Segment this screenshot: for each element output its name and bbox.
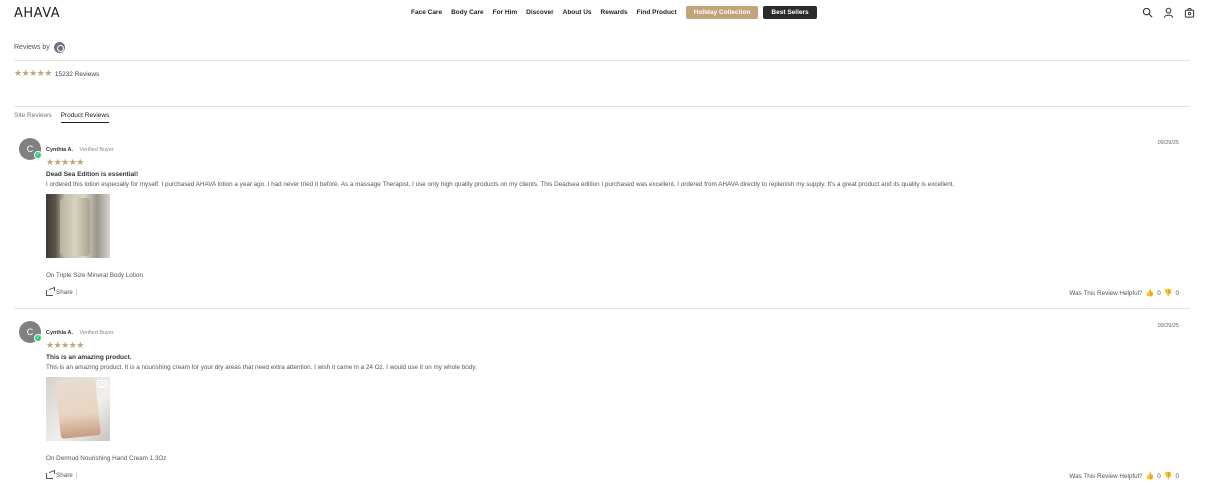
ahava-logo[interactable]: AHAVA [14,6,60,21]
reviewer-line: Cynthia A. Verified Buyer [46,321,1184,339]
review-image-thumbnail[interactable] [46,194,110,258]
thumbs-up-icon[interactable]: 👍 [1146,472,1155,480]
rating-summary: ★★★★★ 15232 Reviews [14,70,99,79]
thumbs-down-icon[interactable]: 👎 [1164,289,1173,297]
thumbs-up-count: 0 [1157,289,1161,297]
tab-site-reviews[interactable]: Site Reviews [14,112,52,123]
nav-body-care[interactable]: Body Care [451,9,484,16]
review-product-link[interactable]: On Dermud Nourishing Hand Cream 1.3Oz [46,455,1184,462]
nav-rewards[interactable]: Rewards [601,9,628,16]
camera-icon [97,380,107,388]
nav-holiday-collection[interactable]: Holiday Collection [685,6,759,19]
nav-find-product[interactable]: Find Product [637,9,677,16]
header-icons [1142,7,1195,18]
thumbs-down-count: 0 [1175,289,1179,297]
helpful-votes: Was This Review Helpful? 👍 0 👎 0 [1069,289,1179,297]
lotion-bottle-image [60,198,90,256]
verified-buyer-label: Verified Buyer [79,147,114,153]
thumbs-up-icon[interactable]: 👍 [1146,289,1155,297]
review-stars-icon: ★★★★★ [46,341,84,351]
cart-icon[interactable] [1184,7,1195,18]
review-image-thumbnail[interactable] [46,377,110,441]
review-text: I ordered this lotion especially for mys… [46,181,955,188]
helpful-label: Was This Review Helpful? [1069,472,1143,480]
divider [14,308,1190,309]
reviewer-name: Cynthia A. [46,147,73,153]
review-product-link[interactable]: On Triple Size Mineral Body Lotion [46,272,1184,279]
review-date: 09/29/25 [1157,323,1179,329]
summary-stars-icon: ★★★★★ [14,69,52,79]
nav-about-us[interactable]: About Us [563,9,592,16]
site-header: AHAVA Face Care Body Care For Him Discov… [0,0,1209,26]
thumbs-up-count: 0 [1157,472,1161,480]
user-icon[interactable] [1163,7,1174,18]
share-icon [46,289,53,296]
separator: | [75,472,78,479]
reviews-by-label: Reviews by [14,42,65,53]
thumbs-down-icon[interactable]: 👎 [1164,472,1173,480]
review-body: Cynthia A. Verified Buyer 09/29/25 ★★★★★… [46,138,1184,299]
hand-cream-tube-image [55,377,101,439]
review-title: This is an amazing product. [46,354,132,361]
review-title: Dead Sea Edition is essential! [46,171,139,178]
review-text: This is an amazing product. It is a nour… [46,364,477,371]
review-footer: Share | Was This Review Helpful? 👍 0 👎 0 [46,289,1184,299]
review-date: 09/29/25 [1157,140,1179,146]
verified-check-icon: ✓ [34,151,42,159]
review-tabs: Site Reviews Product Reviews [14,112,110,123]
reviews-by-text: Reviews by [14,44,50,51]
review-stars-icon: ★★★★★ [46,158,84,168]
share-label: Share [56,472,73,479]
separator: | [75,289,78,296]
nav-best-sellers[interactable]: Best Sellers [763,6,817,19]
helpful-votes: Was This Review Helpful? 👍 0 👎 0 [1069,472,1179,480]
nav-for-him[interactable]: For Him [493,9,518,16]
share-button[interactable]: Share | [46,472,77,479]
review-count[interactable]: 15232 Reviews [55,71,99,78]
reviewer-line: Cynthia A. Verified Buyer [46,138,1184,156]
divider [14,106,1190,107]
divider [14,60,1190,61]
helpful-label: Was This Review Helpful? [1069,289,1143,297]
share-button[interactable]: Share | [46,289,77,296]
review-footer: Share | Was This Review Helpful? 👍 0 👎 0 [46,472,1184,482]
thumbs-down-count: 0 [1175,472,1179,480]
reviewer-name: Cynthia A. [46,330,73,336]
tab-product-reviews[interactable]: Product Reviews [60,112,110,123]
nav-face-care[interactable]: Face Care [411,9,442,16]
share-icon [46,472,53,479]
review-body: Cynthia A. Verified Buyer 09/29/25 ★★★★★… [46,321,1184,482]
verified-buyer-label: Verified Buyer [79,330,114,336]
search-icon[interactable] [1142,7,1153,18]
nav-discover[interactable]: Discover [526,9,553,16]
share-label: Share [56,289,73,296]
main-nav: Face Care Body Care For Him Discover Abo… [411,6,822,19]
reviews-provider-logo-icon [53,42,65,53]
verified-check-icon: ✓ [34,334,42,342]
